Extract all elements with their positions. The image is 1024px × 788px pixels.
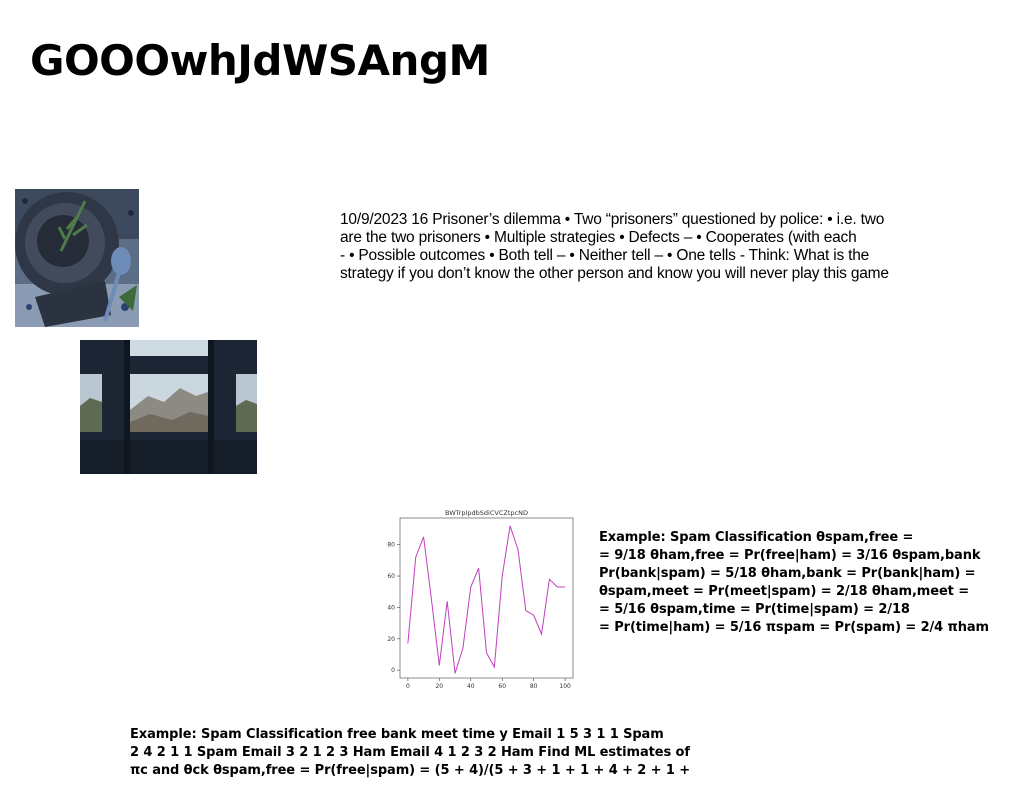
spam-classification-example: Example: Spam Classification free bank m… xyxy=(130,727,691,778)
spam-classification-estimates: Example: Spam Classification θspam,free … xyxy=(599,530,989,635)
line-chart: BWTrpIpdbSdiCVCZtpcND 0 20 40 60 80 100 0 20 40 60… xyxy=(378,506,578,690)
y-tick-label: 40 xyxy=(387,604,395,611)
y-tick-label: 0 xyxy=(391,667,395,674)
x-tick-label: 20 xyxy=(435,683,443,690)
y-tick-label: 60 xyxy=(387,573,395,580)
prisoners-dilemma-text: 10/9/2023 16 Prisoner’s dilemma • Two “p… xyxy=(340,211,889,282)
bowl-photo xyxy=(15,189,139,327)
series-line-0 xyxy=(407,525,566,674)
page-title: GOOOwhJdWSAngM xyxy=(30,36,490,85)
chart-title: BWTrpIpdbSdiCVCZtpcND xyxy=(445,509,528,517)
x-tick-label: 80 xyxy=(530,683,538,690)
y-tick-label: 80 xyxy=(387,542,395,549)
y-tick-label: 20 xyxy=(387,636,395,643)
x-tick-label: 40 xyxy=(467,683,475,690)
x-tick-label: 100 xyxy=(559,683,571,690)
window-landscape-photo xyxy=(80,340,257,474)
x-tick-label: 60 xyxy=(498,683,506,690)
x-tick-label: 0 xyxy=(406,683,410,690)
